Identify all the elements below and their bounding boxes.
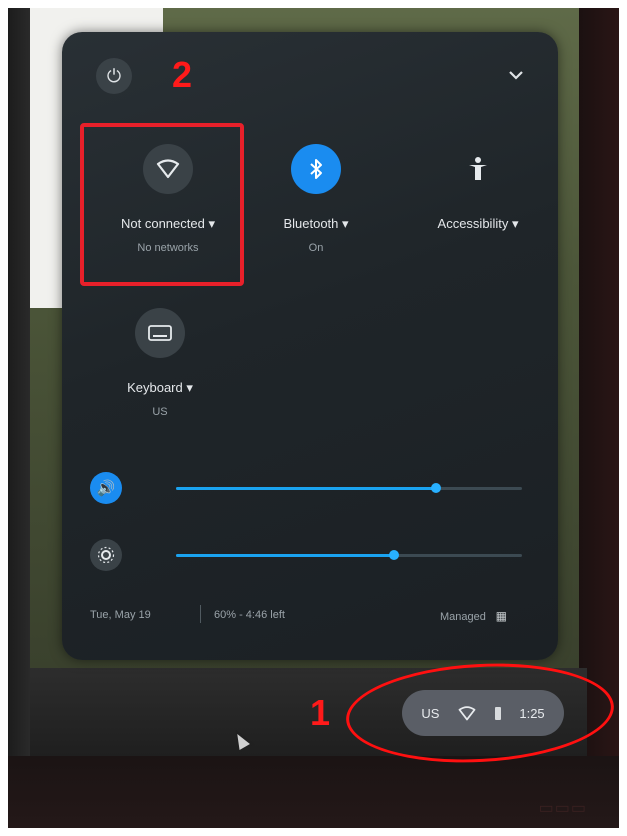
- keyboard-label: Keyboard ▾: [127, 380, 193, 395]
- accessibility-icon: [453, 144, 503, 194]
- annotation-number-2: 2: [172, 54, 193, 95]
- monitor-bezel-left: [8, 8, 30, 828]
- brightness-slider-row: [90, 537, 530, 577]
- managed-text: Managed: [440, 611, 486, 623]
- keyboard-icon: [135, 308, 185, 358]
- volume-icon[interactable]: 🔊: [90, 472, 122, 504]
- chevron-down-icon: [509, 70, 523, 80]
- volume-slider-fill: [176, 487, 436, 490]
- keyboard-sublabel: US: [152, 406, 168, 418]
- power-button[interactable]: ⏻: [96, 58, 132, 94]
- bluetooth-label: Bluetooth ▾: [283, 216, 349, 231]
- accessibility-label: Accessibility ▾: [437, 216, 519, 231]
- collapse-button[interactable]: [505, 64, 527, 86]
- monitor-logo: ▭▭▭: [538, 800, 587, 817]
- keyboard-tile[interactable]: Keyboard ▾ US: [80, 308, 240, 418]
- volume-slider[interactable]: [176, 483, 522, 493]
- footer-divider: [200, 605, 201, 623]
- annotation-rectangle: [80, 123, 244, 286]
- bluetooth-sublabel: On: [308, 242, 324, 254]
- volume-slider-row: 🔊: [90, 470, 530, 510]
- bluetooth-tile[interactable]: Bluetooth ▾ On: [236, 144, 396, 254]
- power-icon: ⏻: [106, 65, 122, 86]
- photo-background: ⏻ Not connected ▾ No networks Bluetooth …: [0, 0, 627, 836]
- volume-slider-knob[interactable]: [430, 483, 441, 493]
- brightness-icon[interactable]: [90, 539, 122, 571]
- monitor-bottom-bezel: [8, 756, 619, 828]
- brightness-slider-fill: [176, 554, 394, 557]
- brightness-slider[interactable]: [176, 550, 522, 560]
- battery-label[interactable]: 60% - 4:46 left: [214, 609, 285, 621]
- brightness-slider-knob[interactable]: [388, 550, 399, 560]
- accessibility-tile[interactable]: Accessibility ▾: [398, 144, 558, 232]
- managed-label[interactable]: Managed ▦: [440, 609, 507, 623]
- annotation-number-1: 1: [310, 692, 331, 733]
- building-icon: ▦: [488, 609, 507, 623]
- date-label[interactable]: Tue, May 19: [90, 609, 151, 621]
- bluetooth-icon: [291, 144, 341, 194]
